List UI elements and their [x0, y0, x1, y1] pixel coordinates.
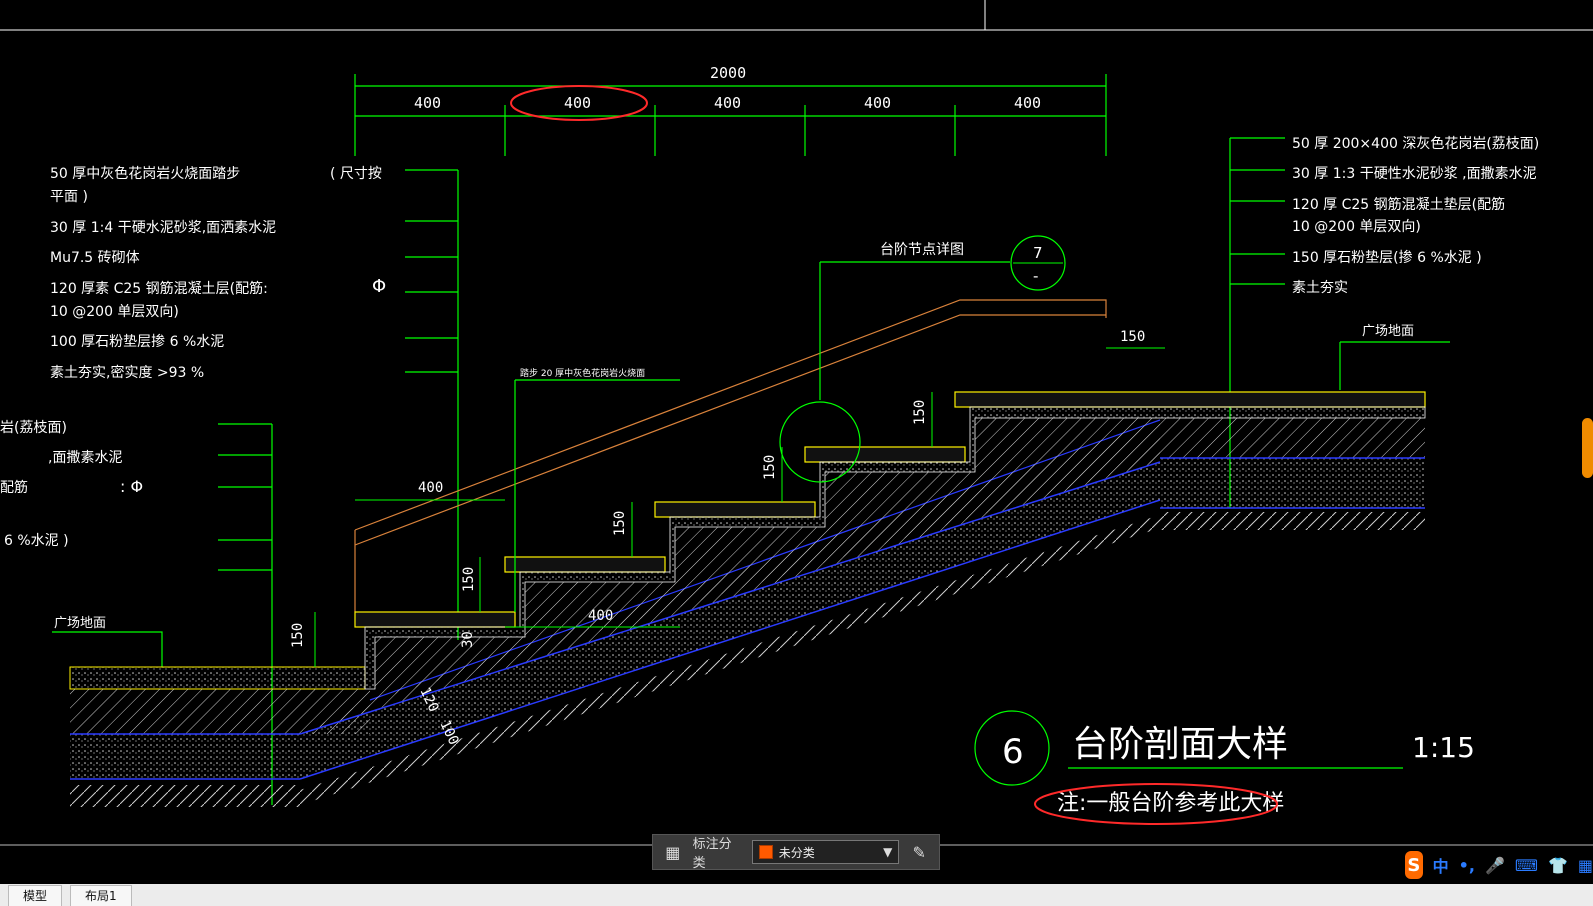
svg-text:120 厚素 C25 钢筋混凝土层(配筋:: 120 厚素 C25 钢筋混凝土层(配筋: — [50, 280, 268, 297]
svg-text:30 厚 1:3 干硬性水泥砂浆: 30 厚 1:3 干硬性水泥砂浆 ,面撒素水泥 — [1292, 166, 1537, 182]
svg-text:100 厚石粉垫层掺 6 %水泥: 100 厚石粉垫层掺 6 %水泥 — [50, 333, 224, 350]
dim-seg-1: 400 — [414, 94, 441, 112]
svg-text:岩(荔枝面): 岩(荔枝面) — [0, 420, 67, 436]
dim-seg-4: 400 — [864, 94, 891, 112]
svg-text:50 厚 200×400 深灰色花岗岩(荔枝面): 50 厚 200×400 深灰色花岗岩(荔枝面) — [1292, 135, 1539, 152]
left-leader — [405, 169, 459, 640]
svg-text:台阶节点详图: 台阶节点详图 — [880, 242, 964, 258]
svg-text:素土夯实: 素土夯实 — [1292, 280, 1348, 296]
skin-icon[interactable]: 👕 — [1548, 856, 1568, 875]
scrollbar-thumb[interactable] — [1582, 418, 1593, 478]
svg-text:: Φ: : Φ — [120, 477, 143, 496]
svg-text:150: 150 — [1120, 329, 1145, 345]
svg-text:台阶剖面大样: 台阶剖面大样 — [1072, 724, 1288, 765]
svg-text:-: - — [1033, 267, 1038, 285]
annotation-category-label: 标注分类 — [692, 837, 732, 871]
tab-model[interactable]: 模型 — [8, 885, 63, 906]
dim-seg-5: 400 — [1014, 94, 1041, 112]
svg-text:踏步 20 厚中灰色花岗岩火烧面: 踏步 20 厚中灰色花岗岩火烧面 — [520, 367, 645, 379]
tab-layout1[interactable]: 布局1 — [70, 885, 132, 906]
svg-text:120 厚 C25 钢筋混凝土垫层(配筋: 120 厚 C25 钢筋混凝土垫层(配筋 — [1292, 196, 1505, 213]
chevron-down-icon: ▼ — [883, 845, 893, 859]
microphone-icon[interactable]: 🎤 — [1485, 856, 1505, 875]
sogou-icon[interactable]: S — [1405, 851, 1423, 879]
plaza-left: 广场地面 — [52, 616, 163, 667]
punctuation-icon[interactable]: •, — [1459, 856, 1475, 875]
svg-text:30 厚 1:4 干硬水泥砂浆,面洒素水泥: 30 厚 1:4 干硬水泥砂浆,面洒素水泥 — [50, 220, 276, 236]
svg-text:150: 150 — [912, 400, 928, 425]
left-notes: 50 厚中灰色花岗岩火烧面踏步 平面 ) 30 厚 1:4 干硬水泥砂浆,面洒素… — [50, 165, 386, 381]
svg-text:素土夯实,密实度 >93 %: 素土夯实,密实度 >93 % — [50, 364, 204, 381]
grid-menu-icon[interactable]: ▦ — [661, 840, 685, 864]
ime-toolbar: S 中 •, 🎤 ⌨ 👕 ▦ — [1405, 849, 1593, 881]
left-mid-notes: 岩(荔枝面) ,面撒素水泥 配筋 : Φ 6 %水泥 ) — [0, 420, 143, 549]
svg-text:平面 ): 平面 ) — [50, 189, 88, 205]
svg-text:50 厚中灰色花岗岩火烧面踏步: 50 厚中灰色花岗岩火烧面踏步 — [50, 165, 240, 182]
dim-seg-3: 400 — [714, 94, 741, 112]
svg-text:配筋: 配筋 — [0, 479, 28, 496]
svg-text:6 %水泥 ): 6 %水泥 ) — [4, 533, 69, 549]
svg-text:( 尺寸按: ( 尺寸按 — [330, 166, 382, 182]
svg-text:,面撒素水泥: ,面撒素水泥 — [48, 450, 122, 466]
svg-text:Mu7.5 砖砌体: Mu7.5 砖砌体 — [50, 250, 140, 266]
svg-text:150: 150 — [290, 623, 306, 648]
svg-text:1:15: 1:15 — [1412, 731, 1475, 764]
svg-text:150: 150 — [612, 511, 628, 536]
svg-text:150: 150 — [461, 567, 477, 592]
ime-mode[interactable]: 中 — [1433, 853, 1449, 877]
edit-icon[interactable]: ✎ — [907, 840, 931, 864]
dim-overall: 2000 — [710, 64, 746, 82]
svg-text:Φ: Φ — [372, 276, 386, 297]
svg-text:10 @200 单层双向): 10 @200 单层双向) — [1292, 219, 1421, 235]
cad-drawing-canvas[interactable]: 2000 400 400 400 400 400 50 厚中灰色花岗岩火烧面踏步… — [0, 0, 1593, 906]
right-notes: 50 厚 200×400 深灰色花岗岩(荔枝面) 30 厚 1:3 干硬性水泥砂… — [1292, 135, 1539, 296]
svg-text:400: 400 — [418, 480, 443, 496]
dimension-chain — [354, 74, 1107, 156]
svg-text:7: 7 — [1033, 244, 1043, 262]
svg-text:150 厚石粉垫层(掺 6: 150 厚石粉垫层(掺 6 %水泥 ) — [1292, 249, 1482, 266]
annotation-category-select[interactable]: 未分类 ▼ — [751, 840, 900, 864]
svg-text:150: 150 — [762, 455, 778, 480]
svg-text:10 @200 单层双向): 10 @200 单层双向) — [50, 304, 179, 320]
svg-text:30: 30 — [460, 631, 476, 648]
category-color-swatch — [758, 845, 773, 859]
keyboard-icon[interactable]: ⌨ — [1515, 856, 1538, 875]
svg-text:注:一般台阶参考此大样: 注:一般台阶参考此大样 — [1057, 791, 1284, 816]
svg-text:6: 6 — [1002, 732, 1024, 772]
title-block: 6 台阶剖面大样 1:15 注:一般台阶参考此大样 — [974, 710, 1475, 825]
svg-text:广场地面: 广场地面 — [1362, 324, 1414, 339]
dim-seg-2: 400 — [564, 94, 591, 112]
layout-tabs: 模型 布局1 — [0, 884, 1593, 906]
menu-icon[interactable]: ▦ — [1578, 856, 1593, 875]
selected-category: 未分类 — [778, 845, 815, 860]
plaza-right: 广场地面 — [1339, 324, 1450, 390]
annotation-toolbar: ▦ 标注分类 未分类 ▼ ✎ — [652, 834, 940, 871]
svg-text:400: 400 — [588, 608, 613, 624]
svg-text:广场地面: 广场地面 — [54, 616, 106, 631]
